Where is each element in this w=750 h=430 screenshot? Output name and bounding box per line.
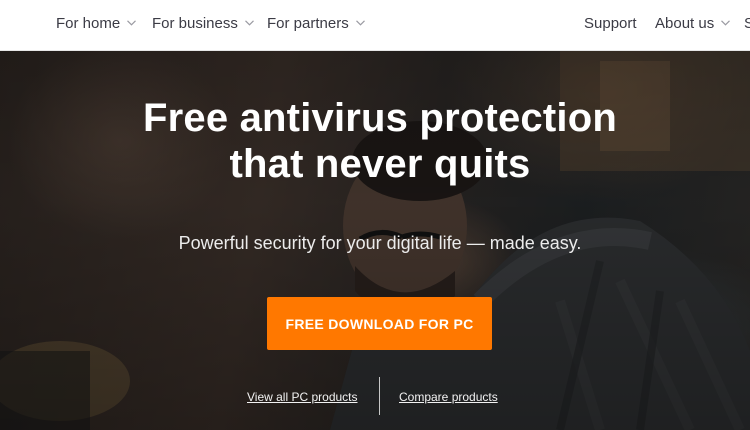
nav-for-partners[interactable]: For partners	[267, 0, 365, 46]
hero-subheadline: Powerful security for your digital life …	[178, 233, 582, 253]
nav-for-business[interactable]: For business	[152, 0, 254, 46]
nav-support-label: Support	[584, 14, 637, 32]
nav-for-home-label: For home	[56, 14, 121, 32]
nav-for-home[interactable]: For home	[56, 0, 137, 46]
chevron-down-icon	[244, 20, 254, 26]
headline-line-2: that never quits	[229, 142, 531, 186]
top-navigation: For home For business For partners Suppo…	[0, 0, 750, 51]
chevron-down-icon	[127, 20, 137, 26]
nav-about-us[interactable]: About us	[655, 0, 731, 46]
nav-truncated-item[interactable]: S	[744, 0, 750, 46]
headline-line-1: Free antivirus protection	[143, 96, 617, 140]
nav-about-us-label: About us	[655, 14, 715, 32]
compare-products-link[interactable]: Compare products	[399, 390, 498, 404]
nav-support[interactable]: Support	[584, 0, 637, 46]
chevron-down-icon	[355, 20, 365, 26]
view-all-pc-products-link[interactable]: View all PC products	[247, 390, 358, 404]
hero-banner: Free antivirus protection that never qui…	[0, 51, 750, 430]
nav-for-partners-label: For partners	[267, 14, 349, 32]
nav-truncated-label: S	[744, 14, 750, 32]
chevron-down-icon	[721, 20, 731, 26]
hero-headline: Free antivirus protection that never qui…	[0, 95, 750, 187]
nav-for-business-label: For business	[152, 14, 238, 32]
link-divider	[379, 377, 380, 415]
free-download-button[interactable]: FREE DOWNLOAD FOR PC	[267, 297, 492, 350]
